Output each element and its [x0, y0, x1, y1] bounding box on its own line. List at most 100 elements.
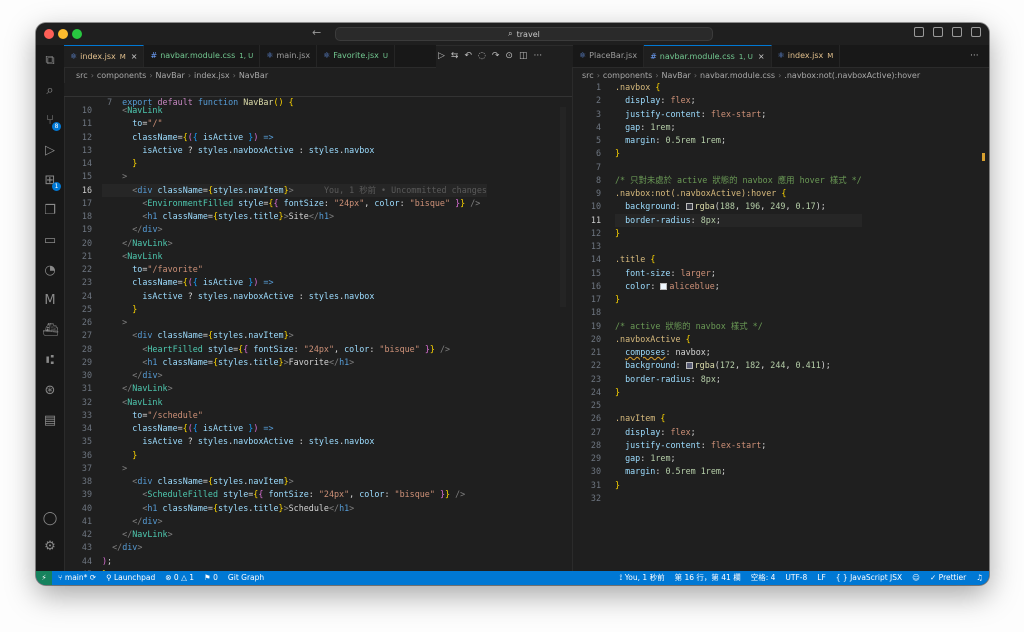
line-number: 23	[81, 277, 92, 288]
blame-item[interactable]: ⟟ You, 1 秒前	[620, 571, 665, 585]
line-number: 20	[81, 237, 92, 248]
chevron-right-icon: ›	[187, 71, 192, 80]
editor-tab[interactable]: ⚛ Favorite.jsx U	[317, 45, 396, 67]
remote-indicator[interactable]: ⚡	[36, 571, 52, 585]
close-tab-icon[interactable]: ×	[758, 52, 765, 61]
encoding[interactable]: UTF-8	[785, 571, 807, 585]
git-graph-icon[interactable]: ⑆	[42, 353, 58, 369]
toggle-secondary-sidebar-icon[interactable]	[952, 27, 962, 37]
remote-explorer-icon[interactable]: ▭	[42, 233, 58, 249]
indentation[interactable]: 空格: 4	[751, 571, 776, 585]
go-back-icon[interactable]: ↶	[464, 51, 472, 61]
account-icon[interactable]: ◯	[42, 511, 58, 527]
customize-layout-icon[interactable]	[971, 27, 981, 37]
breadcrumb-item[interactable]: components	[97, 71, 146, 80]
open-changes-icon[interactable]: ◌	[478, 51, 486, 61]
left-editor[interactable]: 10 11 12 13 14 15 16 17 18 19 20 21 22 23 24 25 26 27 28 29…	[64, 104, 572, 571]
minimize-window-button[interactable]	[58, 29, 68, 39]
notifications-icon[interactable]: ♫	[976, 571, 983, 585]
prettier-label: Prettier	[938, 573, 967, 582]
search-icon[interactable]: ⌕	[42, 83, 58, 99]
breadcrumb-item[interactable]: components	[603, 71, 652, 80]
line-number: 28	[590, 439, 601, 450]
line-number: 15	[590, 267, 601, 278]
breadcrumb-item[interactable]: navbar.module.css	[700, 71, 775, 80]
go-forward-icon[interactable]: ↷	[492, 51, 500, 61]
sticky-scroll-line[interactable]: 7 export default function NavBar() {	[64, 83, 572, 107]
line-number: 32	[81, 396, 92, 407]
copilot-icon[interactable]: ☺	[912, 571, 920, 585]
timeline-icon[interactable]: ⊙	[505, 51, 513, 61]
ports-item[interactable]: ⚑ 0	[204, 571, 218, 585]
close-tab-icon[interactable]: ×	[131, 52, 138, 61]
editor-tab[interactable]: # navbar.module.css 1, U	[144, 45, 261, 67]
line-number: 26	[81, 317, 92, 327]
line-number: 19	[590, 320, 601, 331]
branch-name: main*	[64, 573, 88, 582]
more-actions-icon[interactable]: ···	[970, 51, 979, 61]
comments-icon[interactable]: ▤	[42, 413, 58, 429]
extensions-icon[interactable]: ⊞ 1	[42, 173, 61, 191]
left-code[interactable]: <NavLink to="/" className={({ isActive }…	[102, 104, 487, 571]
toggle-primary-sidebar-icon[interactable]	[914, 27, 924, 37]
markdown-icon[interactable]: M	[42, 293, 58, 309]
left-breadcrumb: src › components › NavBar › index.jsx › NavBar	[76, 69, 268, 83]
line-number: 29	[590, 453, 601, 463]
line-number: 13	[590, 241, 601, 251]
end-of-line[interactable]: LF	[817, 571, 826, 585]
line-number: 26	[590, 413, 601, 424]
breadcrumb-item[interactable]: src	[582, 71, 594, 80]
command-center-search[interactable]: ⌕ travel	[335, 27, 713, 41]
editor-tab[interactable]: ⚛ index.jsx M ×	[64, 45, 145, 67]
close-window-button[interactable]	[44, 29, 54, 39]
tab-label: Favorite.jsx	[333, 51, 379, 60]
branch-item[interactable]: ⑂ main* ⟳	[58, 571, 96, 585]
right-code[interactable]: .navbox { display: flex; justify-content…	[615, 81, 862, 505]
breadcrumb-item[interactable]: .navbox:not(.navboxActive):hover	[784, 71, 920, 80]
problems-item[interactable]: ⊗ 0 △ 1	[165, 571, 194, 585]
launchpad-item[interactable]: ⚲ Launchpad	[106, 571, 155, 585]
chat-icon[interactable]: ◔	[42, 263, 58, 279]
maximize-window-button[interactable]	[72, 29, 82, 39]
line-number: 7	[595, 161, 601, 172]
breadcrumb-item[interactable]: index.jsx	[194, 71, 230, 80]
line-number: 33	[81, 409, 92, 420]
compare-icon[interactable]: ⇆	[451, 51, 459, 61]
editor-tab[interactable]: # navbar.module.css 1, U ×	[644, 45, 772, 67]
line-number: 24	[590, 386, 601, 397]
cursor-position[interactable]: 第 16 行，第 41 欄	[675, 571, 741, 585]
language-label: JavaScript JSX	[850, 573, 903, 582]
split-editor-icon[interactable]: ◫	[519, 51, 528, 61]
breadcrumb-item[interactable]: src	[76, 71, 88, 80]
more-actions-icon[interactable]: ···	[533, 51, 542, 61]
tab-status: M	[827, 52, 834, 60]
breadcrumb-item[interactable]: NavBar	[156, 71, 185, 80]
tab-label: PlaceBar.jsx	[589, 51, 638, 60]
tab-status: U	[382, 52, 389, 60]
source-control-icon[interactable]: ⑂ 8	[42, 113, 61, 131]
editor-tab[interactable]: ⚛ index.jsx M	[771, 45, 841, 67]
left-line-numbers: 10 11 12 13 14 15 16 17 18 19 20 21 22 23 24 25 26 27 28 29…	[64, 104, 92, 571]
toggle-panel-icon[interactable]	[933, 27, 943, 37]
explorer-icon[interactable]: ⧉	[42, 53, 58, 69]
line-number: 15	[81, 171, 92, 182]
language-mode[interactable]: { } JavaScript JSX	[836, 571, 902, 585]
settings-gear-icon[interactable]: ⚙	[42, 539, 58, 555]
copy-icon[interactable]: ❐	[42, 203, 58, 219]
right-editor[interactable]: 1 2 3 4 5 6 7 8 9 10 11 12 13 14 15 16 17 18 19 20 21 22 23 24 2…	[573, 81, 989, 571]
docker-icon[interactable]: ⛴	[42, 323, 59, 339]
breadcrumb-item[interactable]: NavBar	[239, 71, 268, 80]
run-icon[interactable]: ▷	[438, 51, 445, 61]
badge-count: 8	[52, 122, 61, 131]
line-number: 25	[590, 400, 601, 410]
git-graph-item[interactable]: Git Graph	[228, 571, 264, 585]
left-scrollbar-thumb[interactable]	[560, 107, 566, 307]
breadcrumb-item[interactable]: NavBar	[662, 71, 691, 80]
tab-status: 1, U	[738, 53, 753, 61]
editor-tab[interactable]: ⚛ PlaceBar.jsx	[573, 45, 645, 67]
prettier-item[interactable]: ✓ Prettier	[930, 571, 966, 585]
editor-tab[interactable]: ⚛ main.jsx	[260, 45, 318, 67]
run-debug-icon[interactable]: ▷	[42, 143, 58, 159]
github-icon[interactable]: ⊛	[42, 383, 58, 399]
ports-count: 0	[213, 573, 218, 582]
